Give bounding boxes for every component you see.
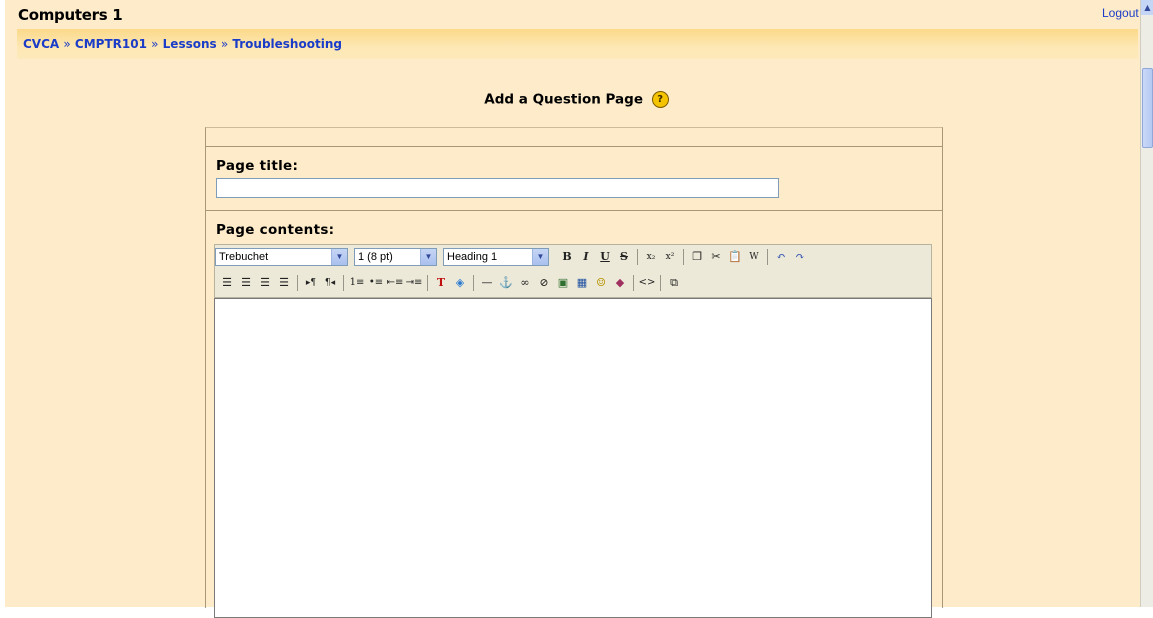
divider <box>206 210 942 211</box>
text-color-icon[interactable]: T <box>432 274 450 292</box>
breadcrumb-cmptr101[interactable]: CMPTR101 <box>75 37 147 51</box>
strikethrough-icon[interactable]: S <box>615 248 633 266</box>
align-right-icon[interactable]: ☰ <box>256 274 274 292</box>
scroll-up-button[interactable]: ▲ <box>1141 0 1153 15</box>
font-family-select[interactable]: Trebuchet ▼ <box>215 248 348 266</box>
breadcrumb: CVCA » CMPTR101 » Lessons » Troubleshoot… <box>23 37 342 51</box>
link-icon[interactable]: ∞ <box>516 274 534 292</box>
justify-icon[interactable]: ☰ <box>275 274 293 292</box>
image-icon[interactable]: ▣ <box>554 274 572 292</box>
toolbar-separator <box>767 249 768 265</box>
toolbar-separator <box>633 275 634 291</box>
unordered-list-icon[interactable]: •≡ <box>367 274 385 292</box>
navbar: CVCA » CMPTR101 » Lessons » Troubleshoot… <box>17 29 1138 59</box>
toolbar-separator <box>683 249 684 265</box>
font-family-value: Trebuchet <box>219 251 269 263</box>
bold-icon[interactable]: B <box>558 248 576 266</box>
background-color-icon[interactable]: ◈ <box>451 274 469 292</box>
cut-icon[interactable]: ✂ <box>707 248 725 266</box>
chevron-down-icon: ▼ <box>420 249 436 265</box>
indent-icon[interactable]: ⇥≡ <box>405 274 423 292</box>
align-center-icon[interactable]: ☰ <box>237 274 255 292</box>
editor-toolbar: Trebuchet ▼ 1 (8 pt) ▼ Heading 1 ▼ B I U… <box>214 244 932 298</box>
page-title-input[interactable] <box>216 178 779 198</box>
superscript-icon[interactable]: x² <box>661 248 679 266</box>
fullscreen-icon[interactable]: ⧉ <box>665 274 683 292</box>
italic-icon[interactable]: I <box>577 248 595 266</box>
font-size-select[interactable]: 1 (8 pt) ▼ <box>354 248 437 266</box>
chevron-down-icon: ▼ <box>331 249 347 265</box>
breadcrumb-separator: » <box>63 37 71 51</box>
site-title: Computers 1 <box>18 6 123 24</box>
block-format-value: Heading 1 <box>447 251 498 263</box>
breadcrumb-cvca[interactable]: CVCA <box>23 37 59 51</box>
breadcrumb-separator: » <box>220 37 229 51</box>
help-icon[interactable]: ? <box>651 91 669 108</box>
rtl-icon[interactable]: ¶◂ <box>321 274 339 292</box>
horizontal-rule-icon[interactable]: — <box>478 274 496 292</box>
toolbar-separator <box>343 275 344 291</box>
breadcrumb-lessons[interactable]: Lessons <box>163 37 217 51</box>
logout-link[interactable]: Logout <box>1102 6 1139 20</box>
toolbar-separator <box>297 275 298 291</box>
breadcrumb-troubleshooting[interactable]: Troubleshooting <box>232 37 342 51</box>
page-heading-row: Add a Question Page ? <box>0 91 1153 108</box>
page-title-label: Page title: <box>216 158 299 174</box>
underline-icon[interactable]: U <box>596 248 614 266</box>
table-icon[interactable]: ▦ <box>573 274 591 292</box>
breadcrumb-separator: » <box>151 37 159 51</box>
unlink-icon[interactable]: ⊘ <box>535 274 553 292</box>
page-contents-label: Page contents: <box>216 222 335 238</box>
copy-icon[interactable]: ❐ <box>688 248 706 266</box>
chevron-down-icon: ▼ <box>532 249 548 265</box>
question-form: Page title: Page contents: Trebuchet ▼ 1… <box>205 127 943 618</box>
outdent-icon[interactable]: ⇤≡ <box>386 274 404 292</box>
paste-icon[interactable]: 📋 <box>726 248 744 266</box>
block-format-select[interactable]: Heading 1 ▼ <box>443 248 549 266</box>
divider <box>206 146 942 147</box>
vertical-scrollbar[interactable]: ▲ <box>1140 0 1153 607</box>
ordered-list-icon[interactable]: 1≡ <box>348 274 366 292</box>
toolbar-separator <box>660 275 661 291</box>
html-source-icon[interactable]: <> <box>638 274 656 292</box>
editor-content-area[interactable] <box>214 298 932 618</box>
anchor-icon[interactable]: ⚓ <box>497 274 515 292</box>
smiley-icon[interactable]: ☺ <box>592 274 610 292</box>
special-char-icon[interactable]: ◆ <box>611 274 629 292</box>
toolbar-separator <box>473 275 474 291</box>
font-size-value: 1 (8 pt) <box>358 251 393 263</box>
ltr-icon[interactable]: ▸¶ <box>302 274 320 292</box>
subscript-icon[interactable]: x₂ <box>642 248 660 266</box>
align-left-icon[interactable]: ☰ <box>218 274 236 292</box>
redo-icon[interactable]: ↷ <box>791 248 809 266</box>
toolbar-separator <box>637 249 638 265</box>
toolbar-separator <box>427 275 428 291</box>
undo-icon[interactable]: ↶ <box>772 248 790 266</box>
scrollbar-thumb[interactable] <box>1142 68 1153 148</box>
paste-word-icon[interactable]: W <box>745 248 763 266</box>
page-heading: Add a Question Page <box>484 91 643 108</box>
